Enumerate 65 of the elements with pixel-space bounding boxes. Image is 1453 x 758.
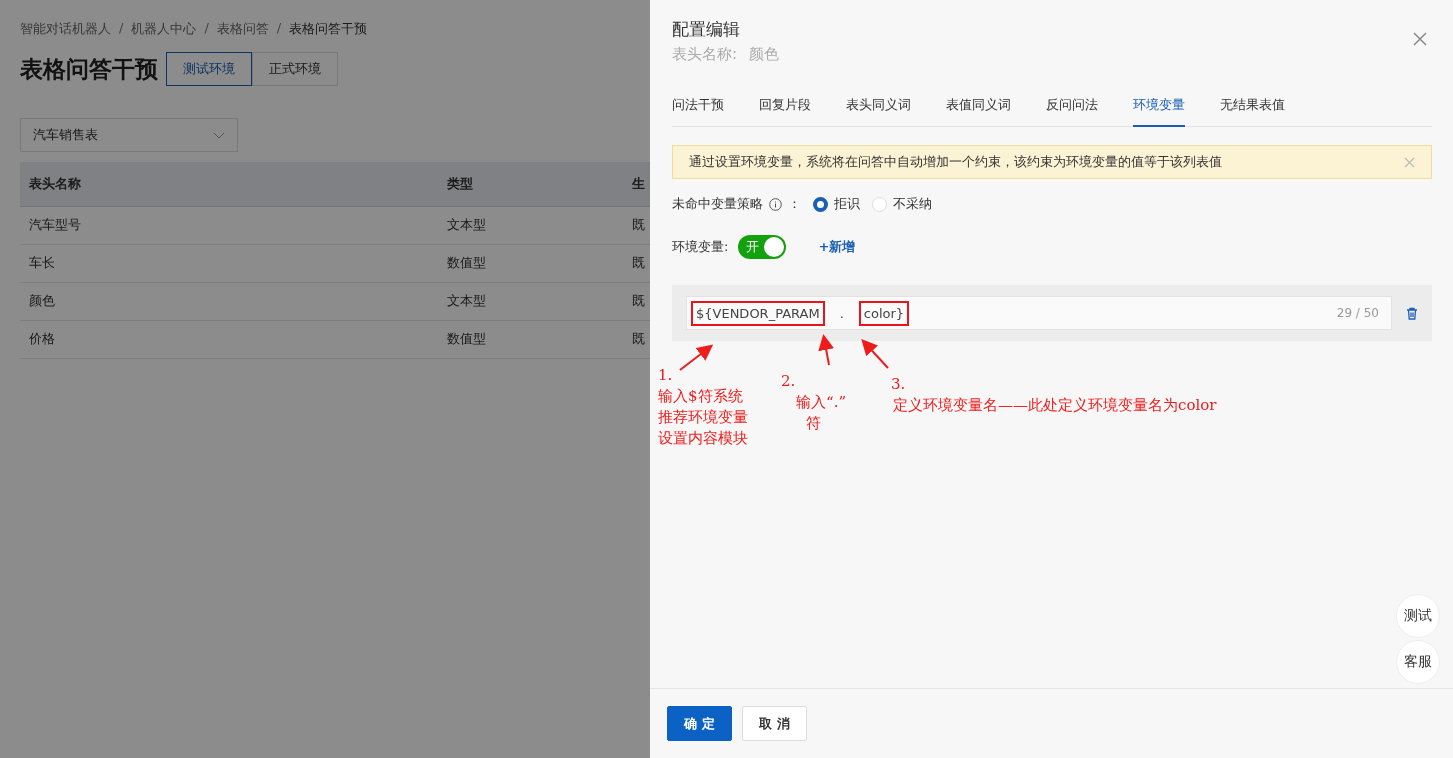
strategy-label: 未命中变量策略 <box>672 195 763 213</box>
table-cell: 汽车型号 <box>20 206 438 244</box>
tab[interactable]: 表值同义词 <box>946 96 1011 127</box>
breadcrumb-separator: / <box>119 20 124 37</box>
annotation-text: 推荐环境变量 <box>658 407 748 428</box>
floating-button[interactable]: 测试 <box>1396 594 1440 638</box>
table-cell: 车长 <box>20 244 438 282</box>
breadcrumb-separator: / <box>204 20 209 37</box>
tab[interactable]: 环境变量 <box>1133 96 1185 127</box>
variable-input[interactable]: ${VENDOR_PARAM . color} 29 / 50 <box>686 296 1392 330</box>
radio-button[interactable] <box>813 196 828 212</box>
colon: ： <box>788 195 801 213</box>
tab[interactable]: 回复片段 <box>759 96 811 127</box>
tab[interactable]: 问法干预 <box>672 96 724 127</box>
floating-button[interactable]: 客服 <box>1396 640 1440 684</box>
chevron-down-icon <box>213 131 225 139</box>
environment-tab[interactable]: 测试环境 <box>166 52 252 86</box>
tab[interactable]: 反问问法 <box>1046 96 1098 127</box>
tab[interactable]: 无结果表值 <box>1220 96 1285 127</box>
subtitle-label: 表头名称: <box>672 45 738 64</box>
column-header: 生 <box>623 162 650 206</box>
trash-icon[interactable] <box>1406 306 1418 320</box>
annotation-text: 输入$符系统 <box>658 386 744 407</box>
annotation-number: 2. <box>781 371 797 392</box>
variable-token: ${VENDOR_PARAM <box>691 300 825 326</box>
close-button[interactable] <box>1413 32 1427 46</box>
annotation-arrow <box>818 334 835 366</box>
column-header: 类型 <box>438 162 623 206</box>
column-header: 表头名称 <box>20 162 438 206</box>
annotation-text: 设置内容模块 <box>658 428 748 449</box>
breadcrumb-separator: / <box>276 20 282 37</box>
table-cell: 数值型 <box>438 244 623 282</box>
annotation-number: 1. <box>658 365 674 386</box>
table-cell: 文本型 <box>438 206 623 244</box>
drawer-title: 配置编辑 <box>672 18 740 41</box>
annotation-text: 定义环境变量名——此处定义环境变量名为color <box>892 395 1217 416</box>
breadcrumb-item[interactable]: 表格问答 <box>216 20 269 38</box>
breadcrumb-item[interactable]: 智能对话机器人 <box>20 20 111 38</box>
add-link[interactable]: +新增 <box>818 238 856 256</box>
breadcrumb-item[interactable]: 机器人中心 <box>131 20 197 38</box>
tab[interactable]: 表头同义词 <box>846 96 911 127</box>
subtitle-value: 颜色 <box>749 45 780 64</box>
variable-token: . <box>838 304 845 323</box>
table-cell: 价格 <box>20 320 438 358</box>
annotation-arrow <box>679 344 714 371</box>
cancel-button[interactable]: 取 消 <box>742 706 807 741</box>
radio-label[interactable]: 不采纳 <box>893 195 932 213</box>
notice-text: 通过设置环境变量，系统将在问答中自动增加一个约束，该约束为环境变量的值等于该列表值 <box>689 153 1222 171</box>
annotation-arrow <box>861 339 889 369</box>
variable-token: color} <box>858 300 910 326</box>
table-select[interactable]: 汽车销售表 <box>20 118 238 152</box>
radio-label[interactable]: 拒识 <box>834 195 860 213</box>
annotation-text: 输入“.” <box>795 392 847 413</box>
annotation-text: 符 <box>805 413 822 434</box>
confirm-button[interactable]: 确 定 <box>667 706 732 741</box>
table-cell: 颜色 <box>20 282 438 320</box>
breadcrumb-item[interactable]: 表格问答干预 <box>289 20 368 38</box>
environment-tab[interactable]: 正式环境 <box>252 52 338 86</box>
annotation-number: 3. <box>891 374 907 395</box>
table-cell: 数值型 <box>438 320 623 358</box>
switch-label: 环境变量: <box>672 238 729 256</box>
info-icon[interactable] <box>769 197 782 211</box>
page-title: 表格问答干预 <box>20 54 158 84</box>
character-counter: 29 / 50 <box>1336 306 1379 320</box>
table-cell: 文本型 <box>438 282 623 320</box>
